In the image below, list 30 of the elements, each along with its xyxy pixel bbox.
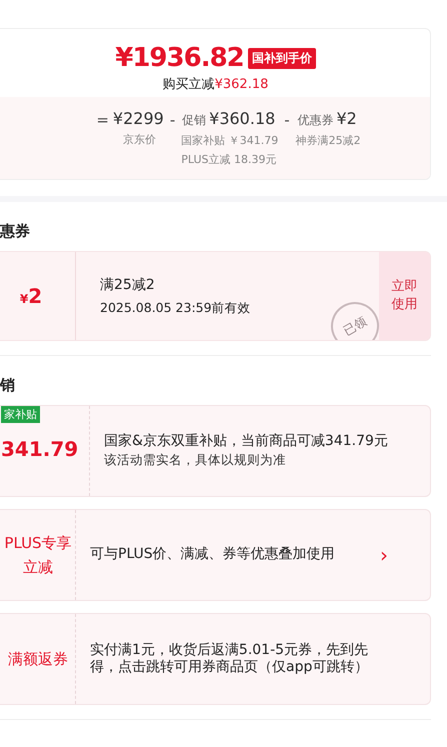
promotion-title: 满额返券 xyxy=(7,649,68,670)
operator: = xyxy=(96,111,109,129)
saving-label: 购买立减 xyxy=(162,77,215,92)
breakdown-amount: ¥360.18 xyxy=(209,109,276,128)
saving-amount: ¥362.18 xyxy=(214,77,268,92)
chevron-icon: › xyxy=(380,543,388,567)
breakdown-note: 京东价 xyxy=(122,132,156,147)
promotion-card[interactable]: PLUS专享立减 可与PLUS价、满减、券等优惠叠加使用 › xyxy=(0,509,431,601)
breakdown-amount: ¥2 xyxy=(336,109,357,128)
coupon-condition: 满25减2 xyxy=(100,276,156,294)
final-price: ¥1936.82 xyxy=(115,43,244,73)
coupon-value: ¥2 xyxy=(20,284,42,308)
breakdown-label: 促销 xyxy=(182,112,206,129)
promotion-description: 实付满1元，收货后返满5.01-5元券，先到先得，点击跳转可用券商品页（仅app可跳转） xyxy=(90,642,370,676)
price-badge: 国补到手价 xyxy=(248,48,316,68)
promotion-title: PLUS专享立减 xyxy=(3,533,73,578)
promotion-description: 可与PLUS价、满减、券等优惠叠加使用 xyxy=(90,546,336,564)
operator: - xyxy=(170,111,176,129)
promotion-description: 该活动需实名，具体以规则为准 xyxy=(104,452,287,470)
breakdown-note: PLUS立减 18.39元 xyxy=(181,152,276,167)
breakdown-note: 神券满25减2 xyxy=(296,133,361,148)
promotion-description: 国家&京东双重补贴，当前商品可减341.79元 xyxy=(104,432,389,450)
breakdown-note: 国家补贴 ￥341.79 xyxy=(181,133,278,148)
breakdown-amount: ¥2299 xyxy=(112,109,164,128)
promotion-tag: 家补贴 xyxy=(1,406,40,423)
coupon-validity: 2025.08.05 23:59前有效 xyxy=(100,300,252,316)
breakdown-label: 优惠券 xyxy=(297,112,334,129)
promotion-title: 341.79 xyxy=(1,436,78,463)
use-now-button[interactable]: 立即使用 xyxy=(379,252,430,340)
operator: - xyxy=(284,111,290,129)
